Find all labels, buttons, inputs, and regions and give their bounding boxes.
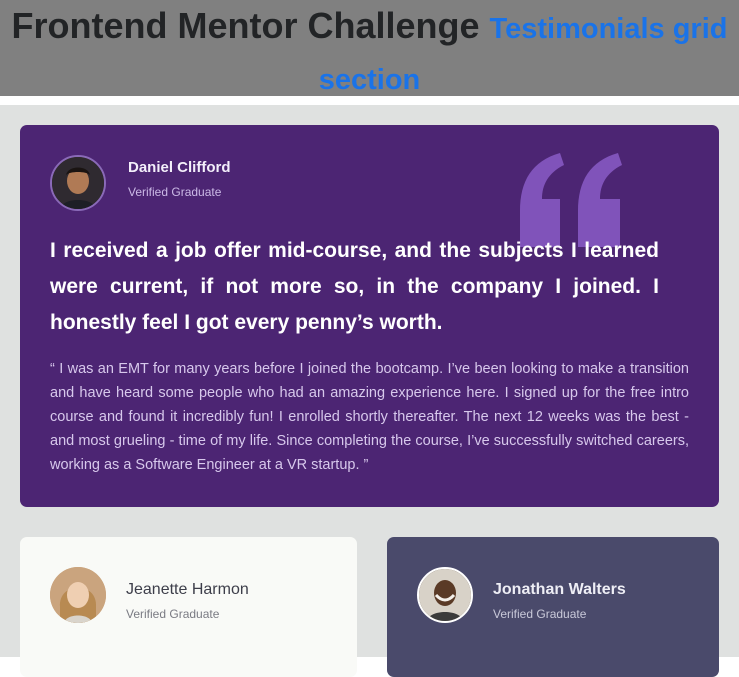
reviewer-role: Verified Graduate — [128, 185, 222, 199]
reviewer-name: Jonathan Walters — [493, 581, 626, 598]
avatar-jonathan — [417, 567, 473, 623]
reviewer-role: Verified Graduate — [493, 607, 587, 621]
testimonial-quote: “ I was an EMT for many years before I j… — [50, 361, 689, 473]
avatar-jeanette — [50, 567, 106, 623]
page-title: Frontend Mentor Challenge Testimonials g… — [0, 2, 739, 104]
reviewer-role: Verified Graduate — [126, 607, 220, 621]
testimonial-headline: I received a job offer mid-course, and t… — [50, 239, 659, 334]
page-header: Frontend Mentor Challenge Testimonials g… — [0, 0, 739, 96]
testimonial-card-jonathan: Jonathan Walters Verified Graduate — [387, 537, 719, 677]
testimonial-card-jeanette: Jeanette Harmon Verified Graduate — [20, 537, 357, 677]
challenge-title: Frontend Mentor Challenge — [11, 5, 480, 46]
testimonials-grid: Daniel Clifford Verified Graduate I rece… — [0, 105, 739, 677]
testimonial-card-daniel: Daniel Clifford Verified Graduate I rece… — [20, 125, 719, 507]
avatar-daniel — [50, 155, 106, 211]
reviewer-name: Daniel Clifford — [128, 159, 231, 176]
reviewer-name: Jeanette Harmon — [126, 581, 249, 598]
